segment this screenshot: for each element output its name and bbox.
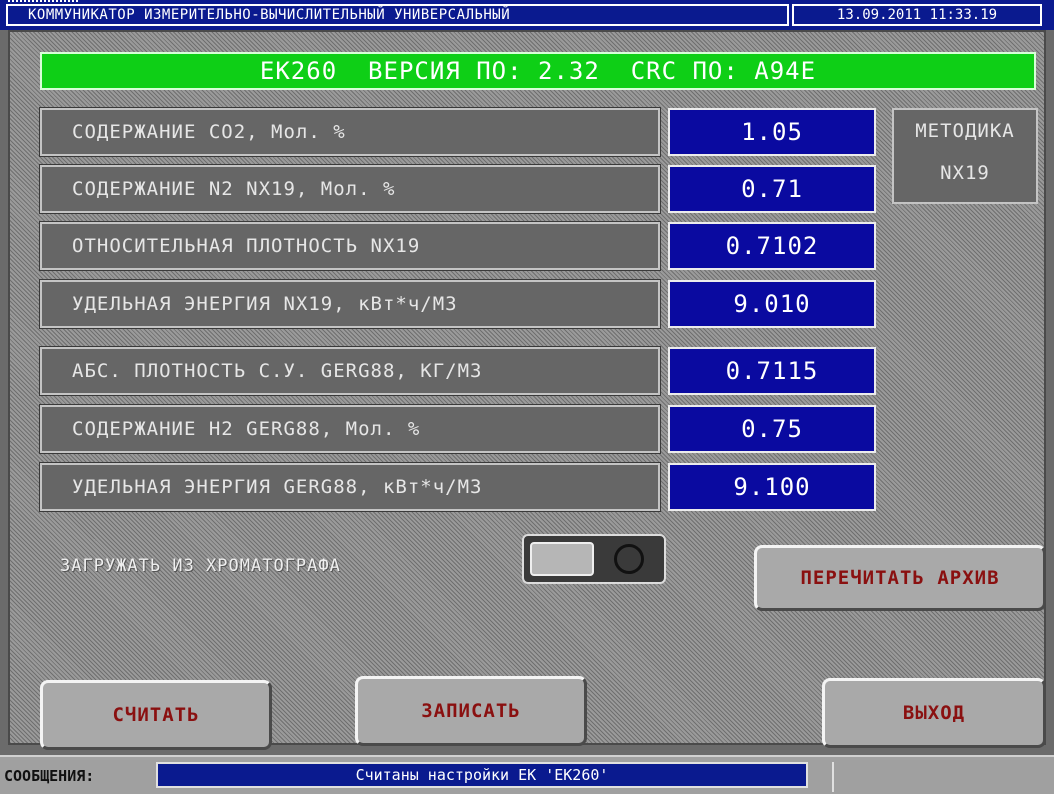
param-label-energy-nx19: УДЕЛЬНАЯ ЭНЕРГИЯ NX19, кВт*ч/М3: [39, 279, 661, 329]
param-value-energy-gerg88[interactable]: 9.100: [668, 463, 876, 511]
param-value-n2-nx19[interactable]: 0.71: [668, 165, 876, 213]
param-value-energy-nx19[interactable]: 9.010: [668, 280, 876, 328]
write-button[interactable]: ЗАПИСАТЬ: [355, 676, 587, 746]
toggle-off-indicator-icon: [614, 544, 644, 574]
param-label-co2: СОДЕРЖАНИЕ СО2, Мол. %: [39, 107, 661, 157]
param-label-n2-nx19: СОДЕРЖАНИЕ N2 NX19, Мол. %: [39, 164, 661, 214]
param-label-rel-density-nx19: ОТНОСИТЕЛЬНАЯ ПЛОТНОСТЬ NX19: [39, 221, 661, 271]
param-value-rel-density-nx19[interactable]: 0.7102: [668, 222, 876, 270]
datetime-display: 13.09.2011 11:33.19: [792, 4, 1042, 26]
param-value-h2-gerg88[interactable]: 0.75: [668, 405, 876, 453]
param-label-abs-density-gerg88: АБС. ПЛОТНОСТЬ С.У. GERG88, КГ/М3: [39, 346, 661, 396]
param-value-abs-density-gerg88[interactable]: 0.7115: [668, 347, 876, 395]
toggle-knob: [530, 542, 594, 576]
param-label-energy-gerg88: УДЕЛЬНАЯ ЭНЕРГИЯ GERG88, кВт*ч/М3: [39, 462, 661, 512]
method-value: NX19: [940, 162, 990, 184]
messages-label: СООБЩЕНИЯ:: [4, 767, 95, 785]
param-value-co2[interactable]: 1.05: [668, 108, 876, 156]
load-from-chromatograph-label: ЗАГРУЖАТЬ ИЗ ХРОМАТОГРАФА: [60, 556, 341, 576]
status-separator: [832, 762, 834, 792]
read-button[interactable]: СЧИТАТЬ: [40, 680, 272, 750]
load-from-chromatograph-toggle[interactable]: [522, 534, 666, 584]
device-version-banner: EK260 ВЕРСИЯ ПО: 2.32 CRC ПО: A94E: [40, 52, 1036, 90]
method-title: МЕТОДИКА: [915, 120, 1015, 142]
reread-archive-button[interactable]: ПЕРЕЧИТАТЬ АРХИВ: [754, 545, 1046, 611]
method-box: МЕТОДИКА NX19: [892, 108, 1038, 204]
exit-button[interactable]: ВЫХОД: [822, 678, 1046, 748]
app-title: КОММУНИКАТОР ИЗМЕРИТЕЛЬНО-ВЫЧИСЛИТЕЛЬНЫЙ…: [6, 4, 789, 26]
param-label-h2-gerg88: СОДЕРЖАНИЕ Н2 GERG88, Мол. %: [39, 404, 661, 454]
status-message: Считаны настройки ЕК 'ЕК260': [156, 762, 808, 788]
